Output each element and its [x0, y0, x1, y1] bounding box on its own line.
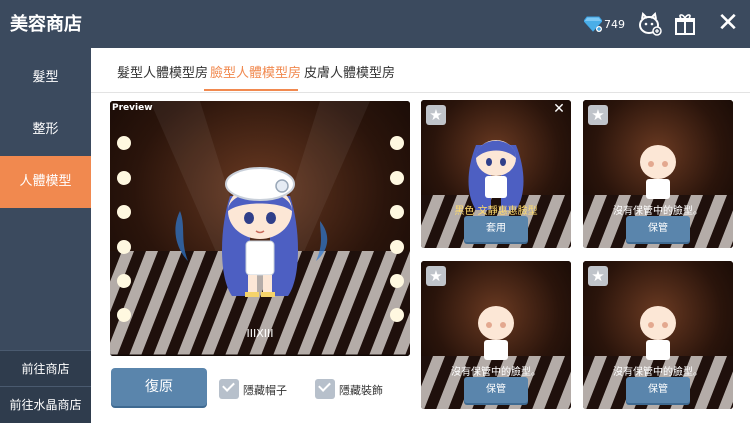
tab-bar: 髮型人體模型房 臉型人體模型房 皮膚人體模型房 [91, 48, 750, 93]
hide-gear-checkbox[interactable] [315, 379, 335, 399]
slot-action-button[interactable]: 保管 [464, 377, 528, 403]
coupon-icon[interactable] [637, 12, 663, 36]
mannequin-slot[interactable]: ★ 沒有保管中的臉型。 保管 [583, 100, 733, 248]
hide-hat-label: 隱藏帽子 [243, 384, 287, 397]
go-shop-button[interactable]: 前往商店 [0, 350, 91, 387]
close-icon[interactable]: ✕ [715, 10, 741, 36]
slot-caption: 沒有保管中的臉型。 [613, 367, 703, 378]
preview-panel: Preview IIIXIII [110, 101, 410, 356]
app-header: 美容商店 749 ✕ [0, 0, 750, 48]
favorite-star-icon[interactable]: ★ [426, 266, 446, 286]
favorite-star-icon[interactable]: ★ [588, 105, 608, 125]
favorite-star-icon[interactable]: ★ [588, 266, 608, 286]
character-name: IIIXIII [246, 327, 274, 340]
go-crystal-shop-button[interactable]: 前往水晶商店 [0, 386, 91, 423]
sidebar-item-face[interactable]: 整形 [0, 104, 91, 156]
preview-label: Preview [112, 103, 153, 113]
hide-gear-label: 隱藏裝飾 [339, 384, 383, 397]
hide-hat-checkbox[interactable] [219, 379, 239, 399]
tab-hair-mannequin[interactable]: 髮型人體模型房 [117, 62, 208, 81]
slot-action-button[interactable]: 套用 [464, 216, 528, 242]
slot-action-button[interactable]: 保管 [626, 377, 690, 403]
character-sprite [222, 167, 298, 297]
gem-count: 749 [604, 18, 625, 31]
slot-caption: 沒有保管中的臉型。 [613, 206, 703, 217]
tab-skin-mannequin[interactable]: 皮膚人體模型房 [304, 62, 395, 81]
favorite-star-icon[interactable]: ★ [426, 105, 446, 125]
sidebar-item-hair[interactable]: 髮型 [0, 52, 91, 104]
gift-icon[interactable] [674, 13, 696, 35]
slot-caption: 沒有保管中的臉型。 [451, 367, 541, 378]
checkmark-icon [318, 379, 331, 392]
slot-action-button[interactable]: 保管 [626, 216, 690, 242]
tab-face-mannequin[interactable]: 臉型人體模型房 [210, 62, 301, 81]
mannequin-slot[interactable]: ★ ✕ 黑色 文靜惠惠臉型 套用 [421, 100, 571, 248]
active-tab-indicator [204, 89, 298, 91]
restore-button[interactable]: 復原 [111, 368, 207, 406]
page-title: 美容商店 [10, 14, 82, 35]
mannequin-slot[interactable]: ★ 沒有保管中的臉型。 保管 [583, 261, 733, 409]
sidebar-item-mannequin[interactable]: 人體模型 [0, 156, 91, 208]
close-icon[interactable]: ✕ [551, 100, 567, 118]
sidebar: 髮型 整形 人體模型 前往商店 前往水晶商店 [0, 48, 91, 423]
diamond-icon [584, 16, 602, 32]
mannequin-slot[interactable]: ★ 沒有保管中的臉型。 保管 [421, 261, 571, 409]
checkmark-icon [222, 379, 235, 392]
slot-caption: 黑色 文靜惠惠臉型 [454, 206, 538, 217]
